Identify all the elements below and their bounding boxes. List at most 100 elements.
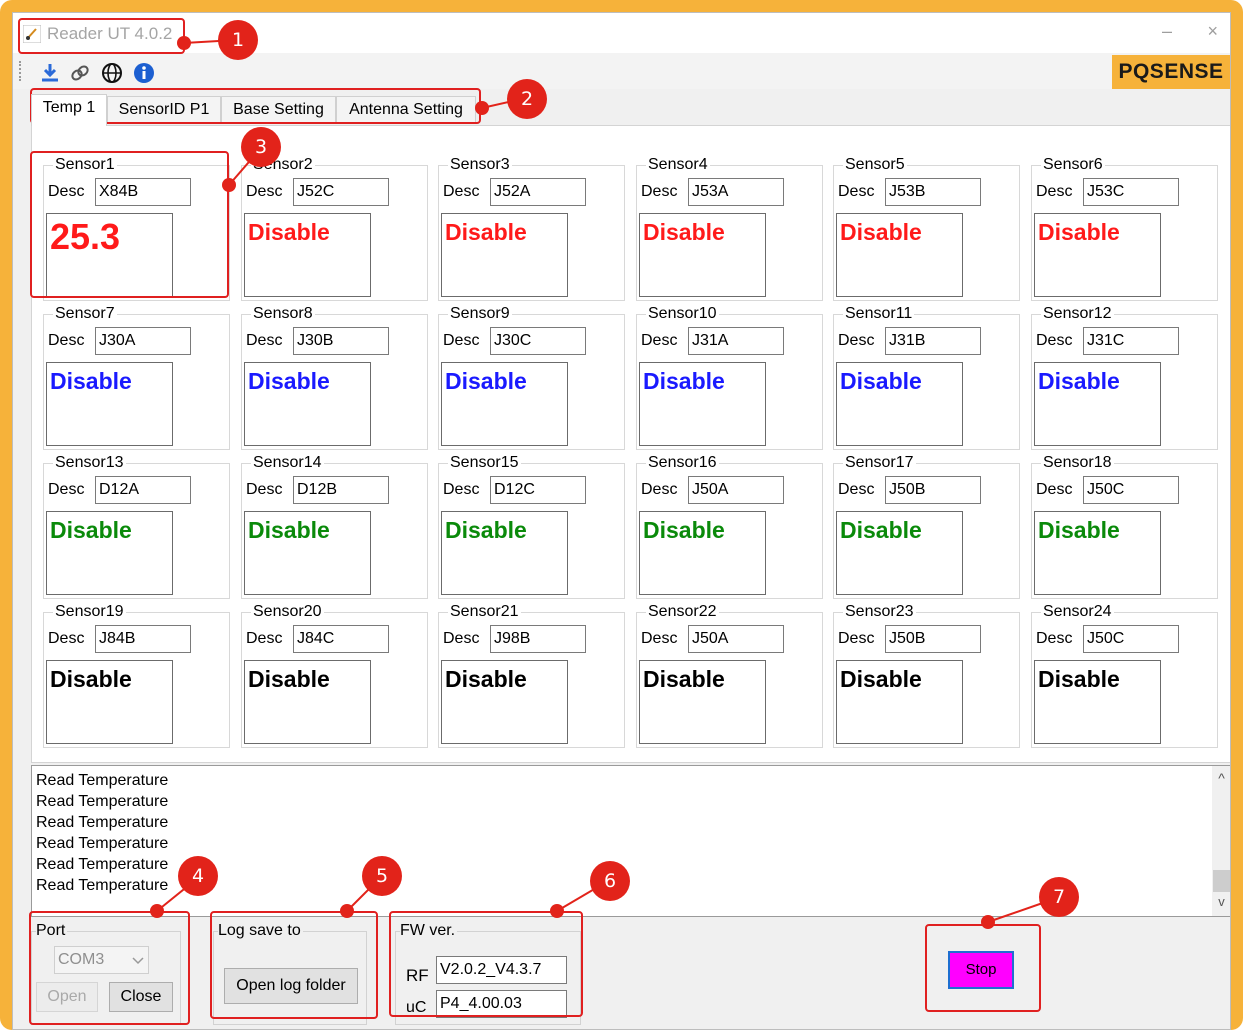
sensor-value: Disable <box>244 213 371 297</box>
desc-label: Desc <box>641 332 678 349</box>
sensor-group: Sensor23 Desc J50B Disable <box>833 603 1020 748</box>
sensor-name: Sensor4 <box>646 156 710 174</box>
sensor-group: Sensor4 Desc J53A Disable <box>636 156 823 301</box>
desc-input[interactable]: J50B <box>885 625 981 653</box>
desc-input[interactable]: J53A <box>688 178 784 206</box>
desc-input[interactable]: J30C <box>490 327 586 355</box>
desc-input[interactable]: J52C <box>293 178 389 206</box>
annotation-badge-6: 6 <box>590 861 630 901</box>
sensor-group: Sensor15 Desc D12C Disable <box>438 454 625 599</box>
sensor-value: Disable <box>836 362 963 446</box>
desc-input[interactable]: J52A <box>490 178 586 206</box>
sensor-name: Sensor24 <box>1041 603 1114 621</box>
annotation-box-4 <box>29 911 190 1025</box>
desc-input[interactable]: J84C <box>293 625 389 653</box>
toolbar-grip[interactable] <box>19 61 22 81</box>
globe-icon[interactable] <box>101 62 123 84</box>
sensor-group: Sensor5 Desc J53B Disable <box>833 156 1020 301</box>
log-line: Read Temperature <box>36 772 169 789</box>
tab-temp1[interactable]: Temp 1 <box>31 94 107 126</box>
desc-input[interactable]: J30A <box>95 327 191 355</box>
desc-label: Desc <box>641 481 678 498</box>
annotation-dot <box>150 904 164 918</box>
desc-input[interactable]: J50C <box>1083 476 1179 504</box>
annotation-badge-5: 5 <box>362 856 402 896</box>
sensor-name: Sensor9 <box>448 305 512 323</box>
desc-label: Desc <box>443 630 480 647</box>
sensor-value: Disable <box>639 511 766 595</box>
sensor-name: Sensor10 <box>646 305 719 323</box>
sensor-group: Sensor2 Desc J52C Disable <box>241 156 428 301</box>
sensor-value: Disable <box>1034 213 1161 297</box>
annotation-box-3 <box>30 151 229 298</box>
sensor-group: Sensor11 Desc J31B Disable <box>833 305 1020 450</box>
desc-input[interactable]: J98B <box>490 625 586 653</box>
sensor-group: Sensor12 Desc J31C Disable <box>1031 305 1218 450</box>
annotation-box-1 <box>18 18 185 54</box>
scroll-down-button[interactable]: v <box>1212 894 1230 909</box>
desc-input[interactable]: J50A <box>688 476 784 504</box>
sensor-group: Sensor21 Desc J98B Disable <box>438 603 625 748</box>
sensor-name: Sensor21 <box>448 603 521 621</box>
desc-input[interactable]: J30B <box>293 327 389 355</box>
desc-input[interactable]: J31A <box>688 327 784 355</box>
log-scrollbar[interactable]: ^ v <box>1212 766 1230 916</box>
log-line: Read Temperature <box>36 814 169 831</box>
annotation-box-5 <box>210 911 378 1019</box>
sensor-value: Disable <box>244 362 371 446</box>
annotation-dot <box>222 178 236 192</box>
desc-label: Desc <box>246 481 283 498</box>
sensor-group: Sensor8 Desc J30B Disable <box>241 305 428 450</box>
sensor-value: Disable <box>639 213 766 297</box>
sensor-value: Disable <box>244 511 371 595</box>
desc-input[interactable]: D12A <box>95 476 191 504</box>
desc-input[interactable]: J50B <box>885 476 981 504</box>
sensor-value: Disable <box>441 213 568 297</box>
annotation-dot <box>981 915 995 929</box>
annotation-badge-4: 4 <box>178 856 218 896</box>
sensor-group: Sensor10 Desc J31A Disable <box>636 305 823 450</box>
sensor-name: Sensor13 <box>53 454 126 472</box>
log-line: Read Temperature <box>36 877 169 894</box>
desc-label: Desc <box>443 183 480 200</box>
desc-input[interactable]: D12B <box>293 476 389 504</box>
title-bar: Reader UT 4.0.2 – × <box>13 13 1230 53</box>
sensor-name: Sensor6 <box>1041 156 1105 174</box>
download-icon[interactable] <box>39 62 61 84</box>
sensor-value: Disable <box>639 660 766 744</box>
minimize-button[interactable]: – <box>1162 21 1172 42</box>
info-icon[interactable] <box>133 62 155 84</box>
desc-label: Desc <box>48 630 85 647</box>
desc-label: Desc <box>1036 183 1073 200</box>
sensor-value: Disable <box>441 511 568 595</box>
sensor-group: Sensor3 Desc J52A Disable <box>438 156 625 301</box>
desc-label: Desc <box>838 630 875 647</box>
sensor-value: Disable <box>1034 362 1161 446</box>
desc-input[interactable]: J53B <box>885 178 981 206</box>
desc-input[interactable]: J50A <box>688 625 784 653</box>
desc-input[interactable]: J31C <box>1083 327 1179 355</box>
scroll-thumb[interactable] <box>1213 870 1230 892</box>
close-window-button[interactable]: × <box>1207 21 1218 42</box>
desc-input[interactable]: J84B <box>95 625 191 653</box>
annotation-badge-1: 1 <box>218 20 258 60</box>
sensor-value: Disable <box>639 362 766 446</box>
desc-input[interactable]: J53C <box>1083 178 1179 206</box>
sensor-value: Disable <box>836 660 963 744</box>
sensor-group: Sensor14 Desc D12B Disable <box>241 454 428 599</box>
sensor-group: Sensor24 Desc J50C Disable <box>1031 603 1218 748</box>
scroll-up-button[interactable]: ^ <box>1212 770 1230 786</box>
desc-input[interactable]: J50C <box>1083 625 1179 653</box>
desc-label: Desc <box>48 332 85 349</box>
brand-logo: PQSENSE <box>1112 55 1230 89</box>
sensor-name: Sensor5 <box>843 156 907 174</box>
desc-input[interactable]: D12C <box>490 476 586 504</box>
sensor-group: Sensor7 Desc J30A Disable <box>43 305 230 450</box>
sensor-name: Sensor3 <box>448 156 512 174</box>
sensor-group: Sensor16 Desc J50A Disable <box>636 454 823 599</box>
desc-label: Desc <box>1036 481 1073 498</box>
link-icon[interactable] <box>69 62 91 84</box>
desc-label: Desc <box>48 481 85 498</box>
sensor-name: Sensor11 <box>843 305 915 323</box>
desc-input[interactable]: J31B <box>885 327 981 355</box>
